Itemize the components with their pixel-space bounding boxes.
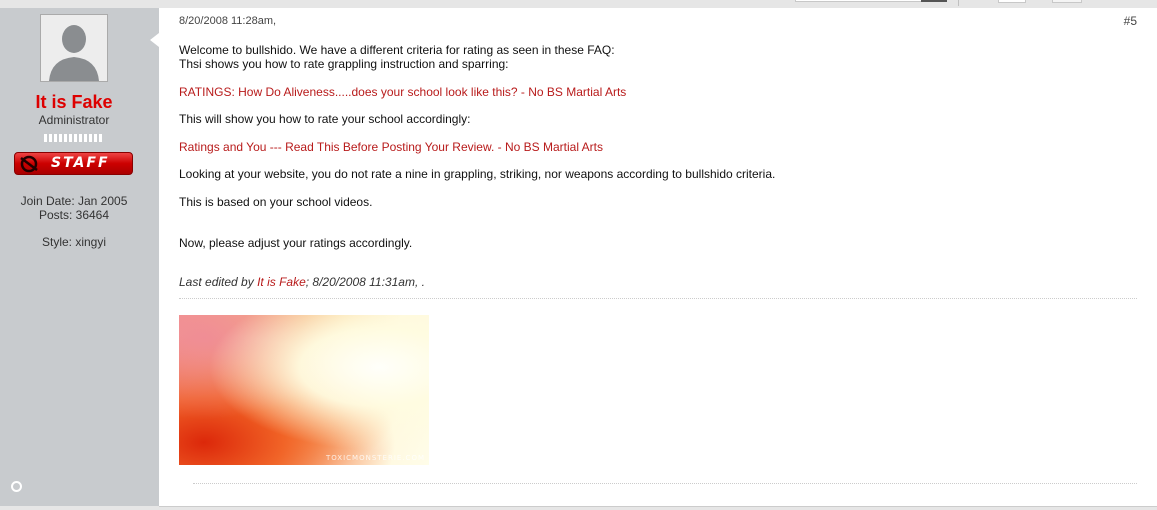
post-number-link[interactable]: #5 [1124, 14, 1137, 28]
post-pointer [150, 33, 159, 47]
post-text-line: Welcome to bullshido. We have a differen… [179, 43, 615, 57]
edited-by-user-link[interactable]: It is Fake [257, 275, 306, 289]
user-info-panel: It is Fake Administrator STAFF Join Date… [0, 8, 159, 506]
username[interactable]: It is Fake [0, 92, 148, 113]
search-button[interactable] [921, 0, 947, 2]
online-status-icon [11, 481, 22, 492]
faq-link-ratings[interactable]: Ratings and You --- Read This Before Pos… [179, 140, 603, 154]
top-toolbar [0, 0, 1157, 8]
search-input[interactable] [795, 0, 927, 2]
reputation-bar [44, 134, 104, 152]
last-edited-note: Last edited by It is Fake; 8/20/2008 11:… [179, 275, 425, 289]
edited-prefix: Last edited by [179, 275, 258, 289]
signature-watermark: TOXICMONSTERIE.COM [325, 454, 425, 462]
post-footer-divider [193, 483, 1137, 484]
toolbar-divider [958, 0, 959, 6]
post-text-line: This will show you how to rate your scho… [179, 112, 471, 126]
default-avatar-icon [41, 15, 107, 81]
edited-suffix: ; 8/20/2008 11:31am, . [305, 275, 425, 289]
post-date: 8/20/2008 11:28am, [179, 15, 277, 27]
post-body: 8/20/2008 11:28am, #5 Welcome to bullshi… [150, 8, 1157, 507]
staff-badge-label: STAFF [51, 155, 110, 171]
post-text-line: Now, please adjust your ratings accordin… [179, 236, 413, 250]
post-count: Posts: 36464 [38, 208, 110, 222]
signature-image: TOXICMONSTERIE.COM [179, 315, 429, 465]
signature-divider [179, 298, 1137, 299]
toolbar-button[interactable] [1052, 0, 1082, 3]
user-style: Style: xingyi [41, 235, 107, 249]
user-title: Administrator [38, 113, 110, 127]
post-text-line: Thsi shows you how to rate grappling ins… [179, 57, 509, 71]
staff-emblem-icon [20, 155, 38, 173]
post-text-line: This is based on your school videos. [179, 195, 373, 209]
faq-link-aliveness[interactable]: RATINGS: How Do Aliveness.....does your … [179, 85, 626, 99]
post-text-line: Looking at your website, you do not rate… [179, 167, 776, 181]
avatar[interactable] [40, 14, 108, 82]
join-date: Join Date: Jan 2005 [20, 194, 128, 208]
staff-badge: STAFF [14, 152, 133, 175]
toolbar-button[interactable] [998, 0, 1026, 3]
